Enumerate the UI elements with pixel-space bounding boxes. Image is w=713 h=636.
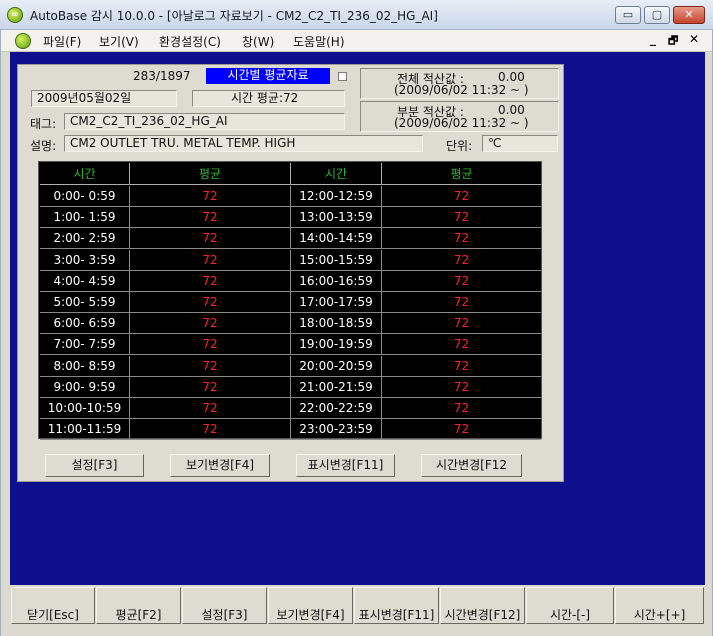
description-label: 설명: bbox=[30, 139, 57, 153]
time-cell: 10:00-10:59 bbox=[40, 398, 130, 419]
average-cell: 72 bbox=[382, 228, 541, 250]
time-cell: 19:00-19:59 bbox=[291, 334, 382, 356]
average-cell: 72 bbox=[382, 250, 541, 271]
time-minus-button[interactable]: 시간-[-] bbox=[526, 587, 614, 624]
time-cell: 16:00-16:59 bbox=[291, 270, 382, 292]
average-cell: 72 bbox=[382, 186, 541, 207]
window-title: AutoBase 감시 10.0.0 - [아날로그 자료보기 - CM2_C2… bbox=[30, 9, 438, 23]
average-cell: 72 bbox=[130, 207, 291, 229]
close-button[interactable]: ✕ bbox=[673, 6, 705, 24]
time-plus-button[interactable]: 시간+[+] bbox=[615, 587, 704, 624]
panel-settings-button[interactable]: 설정[F3] bbox=[45, 454, 144, 477]
average-cell: 72 bbox=[382, 398, 541, 419]
date-field: 2009년05월02일 bbox=[31, 90, 177, 107]
time-cell: 14:00-14:59 bbox=[291, 228, 382, 250]
minimize-button[interactable]: ▭ bbox=[615, 6, 641, 24]
record-counter: 283/1897 bbox=[133, 69, 191, 83]
menu-help[interactable]: 도움말(H) bbox=[293, 33, 345, 50]
header-time-right: 시간 bbox=[291, 163, 382, 185]
average-cell: 72 bbox=[130, 313, 291, 335]
time-cell: 13:00-13:59 bbox=[291, 207, 382, 229]
time-cell: 8:00- 8:59 bbox=[40, 355, 130, 377]
time-cell: 5:00- 5:59 bbox=[40, 292, 130, 313]
average-cell: 72 bbox=[382, 377, 541, 398]
time-change-f12-button[interactable]: 시간변경[F12] bbox=[440, 587, 525, 624]
average-cell: 72 bbox=[382, 334, 541, 356]
time-cell: 12:00-12:59 bbox=[291, 186, 382, 207]
time-cell: 21:00-21:59 bbox=[291, 376, 382, 398]
average-cell: 72 bbox=[382, 292, 541, 313]
mdi-minimize-button[interactable]: _ bbox=[650, 32, 656, 46]
time-cell: 22:00-22:59 bbox=[291, 398, 382, 419]
average-f2-button[interactable]: 평균[F2] bbox=[96, 587, 181, 624]
average-cell: 72 bbox=[130, 355, 291, 377]
time-cell: 2:00- 2:59 bbox=[40, 228, 130, 250]
total-accumulation-value: 0.00 bbox=[498, 70, 525, 84]
mdi-close-button[interactable]: ✕ bbox=[689, 32, 699, 46]
average-cell: 72 bbox=[130, 186, 291, 207]
average-cell: 72 bbox=[130, 334, 291, 356]
average-cell: 72 bbox=[130, 270, 291, 292]
hour-average-field: 시간 평균:72 bbox=[192, 90, 345, 107]
time-cell: 20:00-20:59 bbox=[291, 355, 382, 377]
time-cell: 1:00- 1:59 bbox=[40, 207, 130, 229]
partial-accumulation-value: 0.00 bbox=[498, 103, 525, 117]
partial-accumulation-since: (2009/06/02 11:32 ~ ) bbox=[394, 116, 529, 130]
description-field: CM2 OUTLET TRU. METAL TEMP. HIGH bbox=[64, 135, 423, 152]
time-cell: 3:00- 3:59 bbox=[40, 249, 130, 271]
time-cell: 18:00-18:59 bbox=[291, 313, 382, 335]
unit-field: ℃ bbox=[482, 135, 558, 152]
tag-field: CM2_C2_TI_236_02_HG_AI bbox=[64, 113, 345, 130]
unit-label: 단위: bbox=[446, 139, 473, 153]
menu-bar: 파일(F) 보기(V) 환경설정(C) 창(W) 도움말(H) _ 🗗 ✕ bbox=[0, 30, 713, 52]
menu-view[interactable]: 보기(V) bbox=[99, 33, 139, 50]
hourly-average-table: 시간 평균 시간 평균 0:00- 0:59 72 12:00-12:59 72 1:0… bbox=[38, 161, 542, 441]
close-esc-button[interactable]: 닫기[Esc] bbox=[11, 587, 95, 624]
average-cell: 72 bbox=[130, 292, 291, 313]
time-cell: 23:00-23:59 bbox=[291, 419, 382, 441]
time-cell: 0:00- 0:59 bbox=[40, 186, 130, 207]
tag-label: 태그: bbox=[30, 117, 57, 131]
mdi-restore-button[interactable]: 🗗 bbox=[668, 32, 678, 51]
average-cell: 72 bbox=[382, 313, 541, 335]
average-cell: 72 bbox=[382, 419, 541, 441]
header-average-left: 평균 bbox=[130, 163, 291, 185]
display-change-f11-button[interactable]: 표시변경[F11] bbox=[354, 587, 439, 624]
average-cell: 72 bbox=[382, 207, 541, 229]
partial-accumulation-box: 부분 적산값 : 0.00 (2009/06/02 11:32 ~ ) bbox=[360, 101, 559, 132]
time-cell: 15:00-15:59 bbox=[291, 249, 382, 271]
time-cell: 17:00-17:59 bbox=[291, 292, 382, 313]
time-cell: 6:00- 6:59 bbox=[40, 313, 130, 335]
total-accumulation-since: (2009/06/02 11:32 ~ ) bbox=[394, 83, 529, 97]
title-bar: ∞ AutoBase 감시 10.0.0 - [아날로그 자료보기 - CM2_… bbox=[0, 0, 713, 30]
menu-window[interactable]: 창(W) bbox=[242, 33, 274, 50]
panel-display-change-button[interactable]: 표시변경[F11] bbox=[296, 454, 395, 477]
average-cell: 72 bbox=[130, 249, 291, 271]
app-icon[interactable]: ∞ bbox=[7, 7, 23, 23]
menu-settings[interactable]: 환경설정(C) bbox=[159, 33, 221, 50]
maximize-button[interactable]: ▢ bbox=[644, 6, 670, 24]
view-change-f4-button[interactable]: 보기변경[F4] bbox=[268, 587, 353, 624]
menu-file[interactable]: 파일(F) bbox=[43, 33, 81, 50]
average-cell: 72 bbox=[130, 376, 291, 398]
time-cell: 11:00-11:59 bbox=[40, 419, 130, 441]
time-cell: 9:00- 9:59 bbox=[40, 376, 130, 398]
time-cell: 7:00- 7:59 bbox=[40, 334, 130, 356]
time-cell: 4:00- 4:59 bbox=[40, 270, 130, 292]
panel-time-change-button[interactable]: 시간변경[F12 bbox=[421, 454, 522, 477]
average-cell: 72 bbox=[130, 398, 291, 419]
panel-view-change-button[interactable]: 보기변경[F4] bbox=[170, 454, 270, 477]
header-average-right: 평균 bbox=[382, 163, 541, 185]
average-cell: 72 bbox=[130, 419, 291, 441]
average-cell: 72 bbox=[130, 228, 291, 250]
function-key-bar: 닫기[Esc] 평균[F2] 설정[F3] 보기변경[F4] 표시변경[F11]… bbox=[10, 585, 705, 626]
document-icon[interactable] bbox=[15, 33, 31, 49]
header-time-left: 시간 bbox=[40, 163, 130, 185]
option-checkbox[interactable] bbox=[338, 72, 347, 81]
average-cell: 72 bbox=[382, 271, 541, 292]
mode-badge: 시간별 평균자료 bbox=[206, 68, 330, 84]
settings-f3-button[interactable]: 설정[F3] bbox=[182, 587, 267, 624]
average-cell: 72 bbox=[382, 356, 541, 377]
total-accumulation-box: 전체 적산값 : 0.00 (2009/06/02 11:32 ~ ) bbox=[360, 68, 559, 99]
